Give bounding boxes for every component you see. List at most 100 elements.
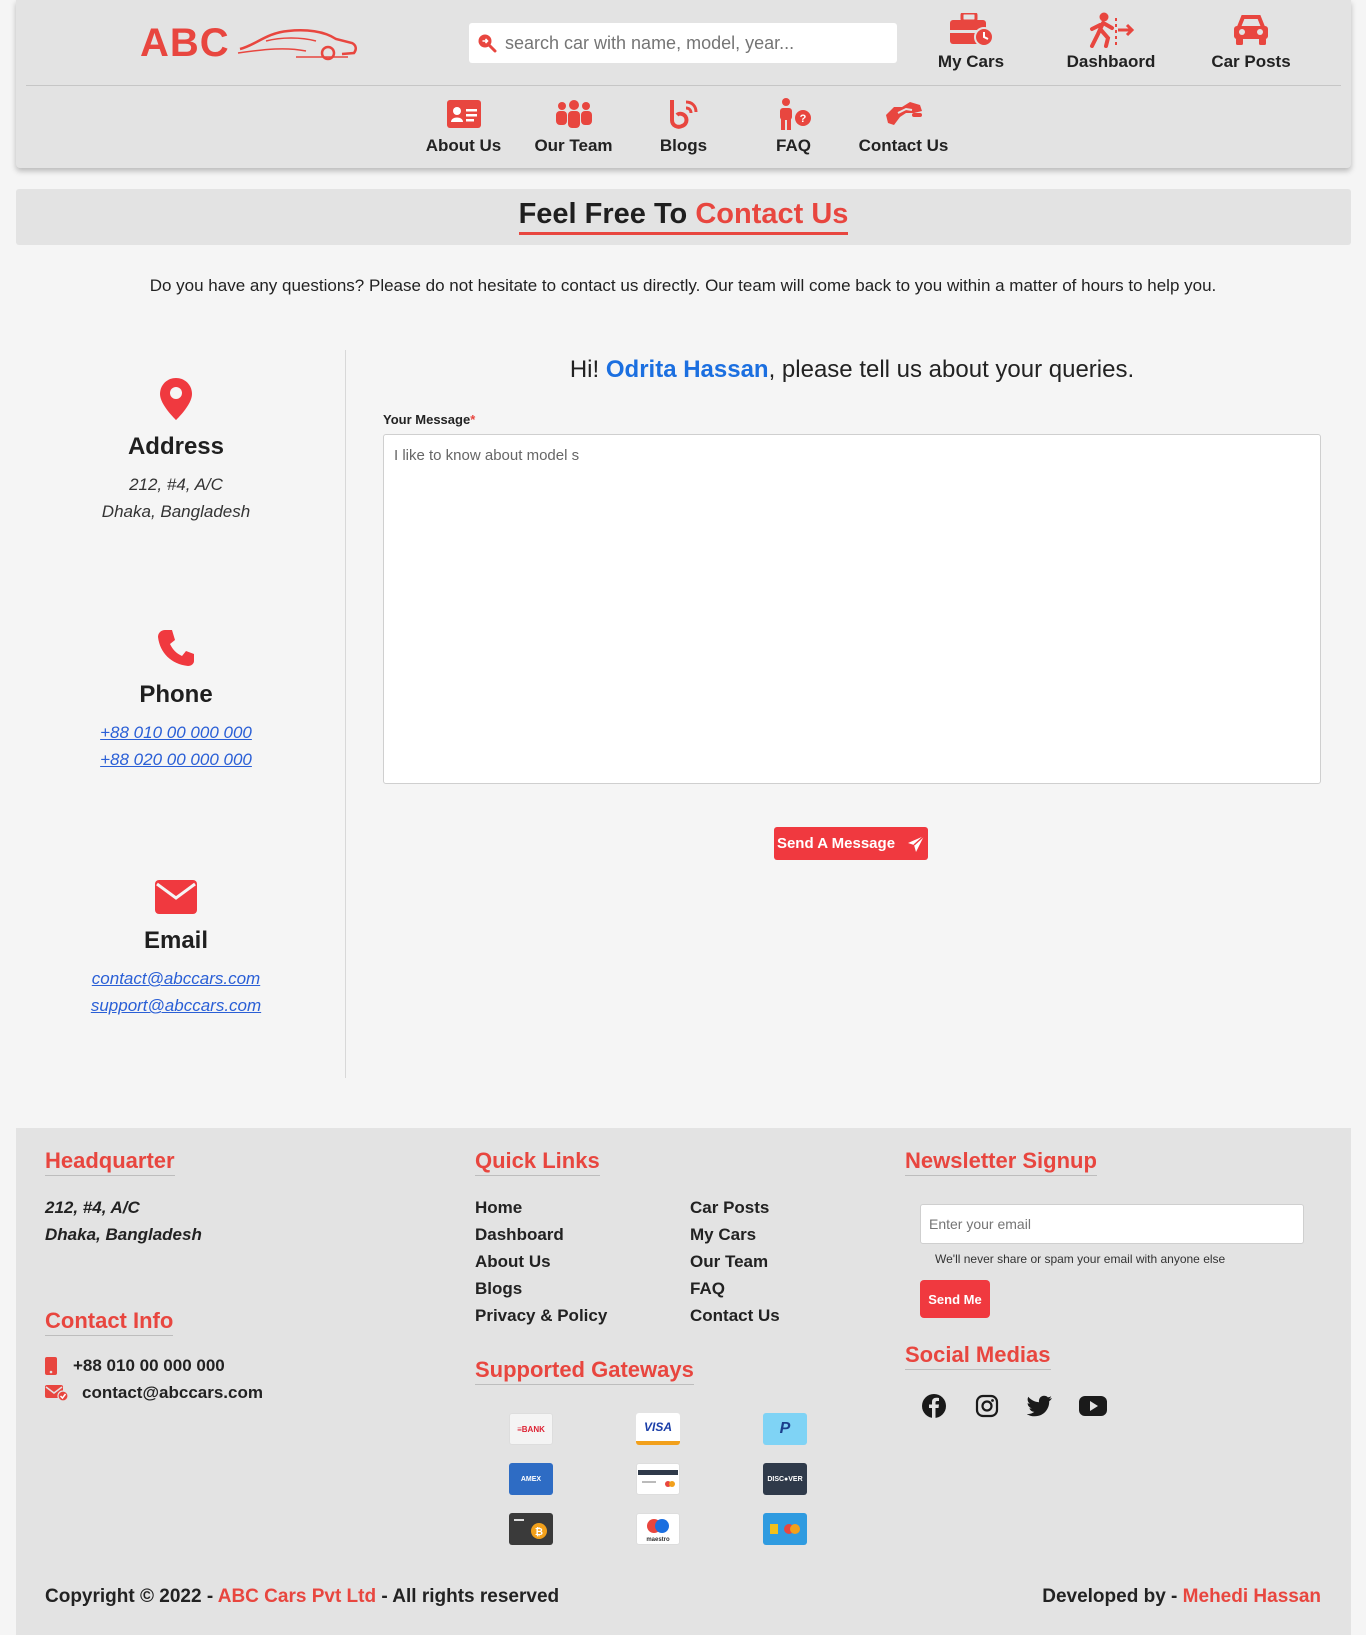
- mobile-icon: [45, 1356, 73, 1375]
- facebook-icon[interactable]: [920, 1392, 948, 1420]
- quick-link-privacy[interactable]: Privacy & Policy: [475, 1302, 690, 1329]
- footer-phone-text: +88 010 00 000 000: [73, 1355, 225, 1375]
- car-icon: [1181, 8, 1321, 52]
- social-heading: Social Medias: [905, 1342, 1051, 1370]
- phone-heading: Phone: [139, 681, 213, 708]
- generic-card-icon: [636, 1463, 680, 1495]
- footer-col-headquarter: Headquarter 212, #4, A/C Dhaka, Banglade…: [45, 1148, 445, 1406]
- paypal-icon: P: [763, 1413, 807, 1445]
- top-nav: My Cars Dashbaord Car Posts: [901, 8, 1321, 72]
- gateways-heading: Supported Gateways: [475, 1357, 694, 1385]
- phone-icon: [158, 630, 194, 666]
- page-title-part1: Feel Free To: [518, 198, 688, 230]
- quick-link-home[interactable]: Home: [475, 1194, 690, 1221]
- contact-info-panel: Address 212, #4, A/C Dhaka, Bangladesh P…: [16, 350, 346, 1078]
- headquarter-address: 212, #4, A/C Dhaka, Bangladesh: [45, 1194, 445, 1248]
- footer-email[interactable]: contact@abccars.com: [45, 1379, 445, 1406]
- nav-label: Car Posts: [1211, 52, 1291, 71]
- phone-block: Phone +88 010 00 000 000 +88 020 00 000 …: [16, 628, 336, 773]
- nav-dashboard[interactable]: Dashbaord: [1041, 8, 1181, 72]
- email-link-1[interactable]: contact@abccars.com: [16, 965, 336, 992]
- phone-link-1[interactable]: +88 010 00 000 000: [16, 719, 336, 746]
- nav-label: FAQ: [776, 136, 811, 155]
- nav-about-us[interactable]: About Us: [409, 92, 519, 156]
- greeting-prefix: Hi!: [569, 356, 600, 383]
- person-exit-icon: [1041, 8, 1181, 52]
- envelope-icon: [155, 880, 197, 914]
- company-link[interactable]: ABC Cars Pvt Ltd: [218, 1586, 376, 1607]
- address-line-1: 212, #4, A/C: [129, 475, 223, 494]
- footer-phone[interactable]: +88 010 00 000 000: [45, 1352, 445, 1379]
- brand-logo[interactable]: ABC: [140, 18, 370, 68]
- briefcase-clock-icon: [901, 8, 1041, 52]
- newsletter-email-input[interactable]: [920, 1204, 1304, 1244]
- american-express-icon: AMEX: [509, 1463, 553, 1495]
- svg-text:₿: ₿: [535, 1526, 543, 1538]
- discover-icon: DISC●VER: [763, 1463, 807, 1495]
- quick-link-car-posts[interactable]: Car Posts: [690, 1194, 905, 1221]
- search-icon[interactable]: [469, 33, 505, 53]
- greeting-suffix: , please tell us about your queries.: [768, 356, 1135, 383]
- contact-form: Hi! Odrita Hassan, please tell us about …: [383, 350, 1321, 860]
- page-title: Feel Free To Contact Us: [518, 197, 849, 235]
- logo-text: ABC: [140, 20, 230, 65]
- footer-col-links: Quick Links Home Car Posts Dashboard My …: [475, 1148, 895, 1545]
- developer-link[interactable]: Mehedi Hassan: [1183, 1586, 1321, 1607]
- nav-label: Blogs: [659, 136, 708, 155]
- message-label-text: Your Message: [383, 412, 471, 427]
- developer-credit: Developed by - Mehedi Hassan: [1042, 1586, 1321, 1608]
- nav-car-posts[interactable]: Car Posts: [1181, 8, 1321, 72]
- instagram-icon[interactable]: [973, 1392, 1001, 1420]
- nav-blogs[interactable]: Blogs: [629, 92, 739, 156]
- email-block: Email contact@abccars.com support@abccar…: [16, 880, 336, 1019]
- message-textarea[interactable]: I like to know about model s: [383, 434, 1321, 784]
- address-line-2: Dhaka, Bangladesh: [101, 502, 251, 521]
- svg-text:maestro: maestro: [646, 1537, 670, 1543]
- quick-link-my-cars[interactable]: My Cars: [690, 1221, 905, 1248]
- quick-link-dashboard[interactable]: Dashboard: [475, 1221, 690, 1248]
- paper-plane-icon: [908, 834, 925, 852]
- quick-link-about-us[interactable]: About Us: [475, 1248, 690, 1275]
- quick-link-our-team[interactable]: Our Team: [690, 1248, 905, 1275]
- site-header: ABC My Cars Dashbaord: [16, 0, 1351, 168]
- nav-label: Dashbaord: [1066, 52, 1156, 71]
- person-question-icon: ?: [739, 92, 849, 136]
- blog-icon: [629, 92, 739, 136]
- quick-links-heading: Quick Links: [475, 1148, 600, 1176]
- social-links: [920, 1392, 1325, 1420]
- send-message-label: Send A Message: [776, 835, 896, 852]
- search-input[interactable]: [505, 32, 885, 54]
- contact-info-heading: Contact Info: [45, 1308, 174, 1336]
- newsletter-note: We'll never share or spam your email wit…: [935, 1252, 1226, 1266]
- email-link-2[interactable]: support@abccars.com: [16, 992, 336, 1019]
- page-title-part2: Contact Us: [695, 198, 849, 230]
- user-name: Odrita Hassan: [605, 356, 769, 383]
- quick-link-faq[interactable]: FAQ: [690, 1275, 905, 1302]
- copyright: Copyright © 2022 - ABC Cars Pvt Ltd - Al…: [45, 1586, 559, 1608]
- nav-contact-us[interactable]: Contact Us: [849, 92, 959, 156]
- quick-link-contact-us[interactable]: Contact Us: [690, 1302, 905, 1329]
- quick-links-list: Home Car Posts Dashboard My Cars About U…: [475, 1194, 895, 1329]
- phone-link-2[interactable]: +88 020 00 000 000: [16, 746, 336, 773]
- nav-faq[interactable]: ? FAQ: [739, 92, 849, 156]
- handshake-icon: [849, 92, 959, 136]
- twitter-icon[interactable]: [1026, 1392, 1054, 1420]
- people-group-icon: [519, 92, 629, 136]
- nav-our-team[interactable]: Our Team: [519, 92, 629, 156]
- newsletter-submit-button[interactable]: Send Me: [920, 1280, 990, 1318]
- nav-label: Our Team: [534, 136, 613, 155]
- quick-link-blogs[interactable]: Blogs: [475, 1275, 690, 1302]
- nav-label: About Us: [425, 136, 502, 155]
- svg-text:?: ?: [799, 113, 806, 125]
- nav-my-cars[interactable]: My Cars: [901, 8, 1041, 72]
- send-message-button[interactable]: Send A Message: [774, 827, 928, 860]
- address-block: Address 212, #4, A/C Dhaka, Bangladesh: [16, 378, 336, 525]
- maestro-icon: maestro: [636, 1513, 680, 1545]
- visa-icon: VISA: [636, 1413, 680, 1445]
- secondary-nav: About Us Our Team Blogs ? FAQ Contact Us: [16, 92, 1351, 156]
- address-heading: Address: [127, 433, 225, 460]
- youtube-icon[interactable]: [1079, 1392, 1107, 1420]
- footer-contact-list: +88 010 00 000 000 contact@abccars.com: [45, 1352, 445, 1406]
- footer-email-text: contact@abccars.com: [82, 1382, 263, 1402]
- headquarter-heading: Headquarter: [45, 1148, 175, 1176]
